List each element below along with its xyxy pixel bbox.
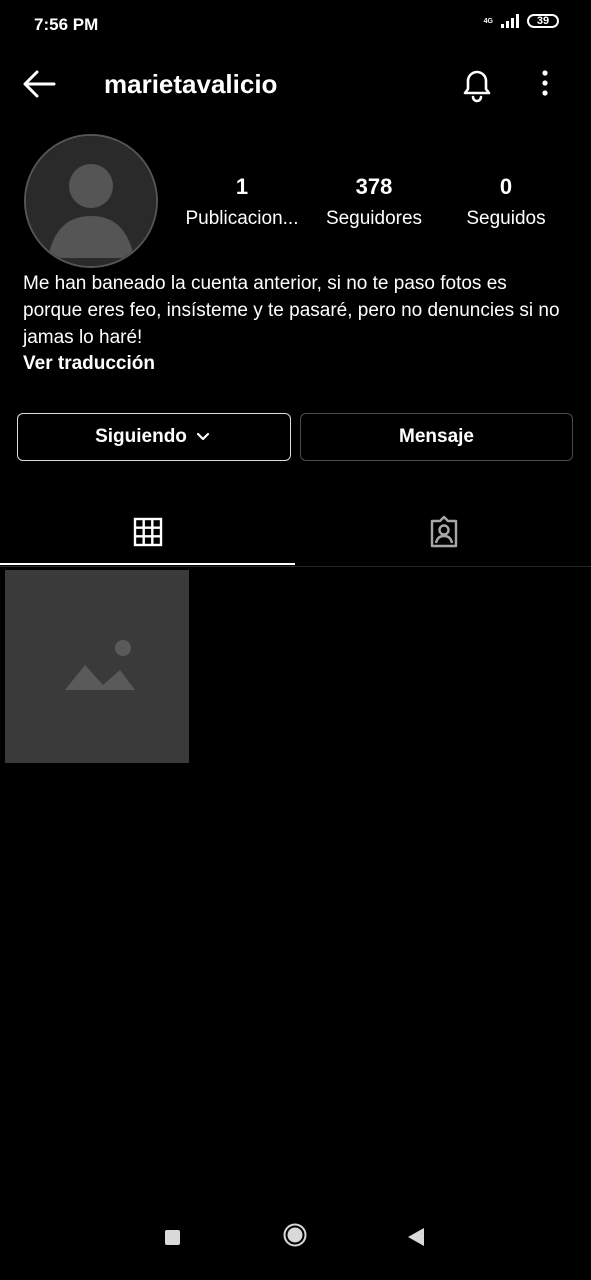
home-button[interactable] (283, 1223, 307, 1247)
back-button[interactable] (18, 64, 62, 104)
profile-bio: Me han baneado la cuenta anterior, si no… (23, 273, 560, 348)
message-button-label: Mensaje (399, 426, 474, 447)
grid-icon (133, 517, 162, 546)
avatar-placeholder (26, 136, 156, 266)
battery-icon: 39 (527, 14, 559, 28)
status-icons: 4G 39 (484, 14, 559, 28)
following-label: Seguidos (466, 208, 546, 229)
posts-count: 1 (235, 174, 249, 199)
following-button-label: Siguiendo (95, 426, 187, 447)
signal-icon (501, 14, 519, 28)
posts-stat[interactable]: 1 Publicacion... (175, 172, 309, 236)
tagged-person-icon (430, 515, 457, 548)
followers-count: 378 (355, 174, 393, 199)
battery-level: 39 (536, 15, 550, 27)
tab-tagged[interactable] (296, 500, 591, 564)
recent-apps-button[interactable] (165, 1230, 180, 1245)
profile-tabs (0, 500, 591, 567)
profile-stats: 1 Publicacion... 378 Seguidores 0 Seguid… (170, 172, 580, 242)
message-button[interactable]: Mensaje (300, 413, 573, 461)
profile-username: marietavalicio (104, 69, 278, 99)
profile-avatar[interactable] (24, 134, 158, 268)
system-back-button[interactable] (406, 1226, 426, 1248)
followers-label: Seguidores (325, 208, 423, 229)
tab-posts-grid[interactable] (0, 500, 295, 565)
followers-stat[interactable]: 378 Seguidores (307, 172, 441, 236)
more-vertical-icon (542, 70, 548, 96)
post-thumbnail[interactable] (5, 570, 189, 763)
status-bar: 7:56 PM 4G 39 (0, 0, 591, 50)
more-options-button[interactable] (528, 64, 562, 104)
bell-icon (463, 70, 491, 103)
status-time: 7:56 PM (34, 15, 99, 34)
post-image-placeholder (5, 570, 189, 763)
notifications-button[interactable] (456, 64, 498, 104)
arrow-left-icon (23, 70, 56, 98)
posts-label: Publicacion... (185, 208, 299, 229)
see-translation-link[interactable]: Ver traducción (23, 353, 155, 375)
chevron-down-icon (196, 432, 210, 441)
system-nav-bar (0, 1210, 591, 1280)
network-type: 4G (483, 17, 493, 25)
following-button[interactable]: Siguiendo (17, 413, 291, 461)
following-count: 0 (499, 174, 513, 199)
following-stat[interactable]: 0 Seguidos (439, 172, 573, 236)
profile-header: marietavalicio (0, 56, 591, 112)
